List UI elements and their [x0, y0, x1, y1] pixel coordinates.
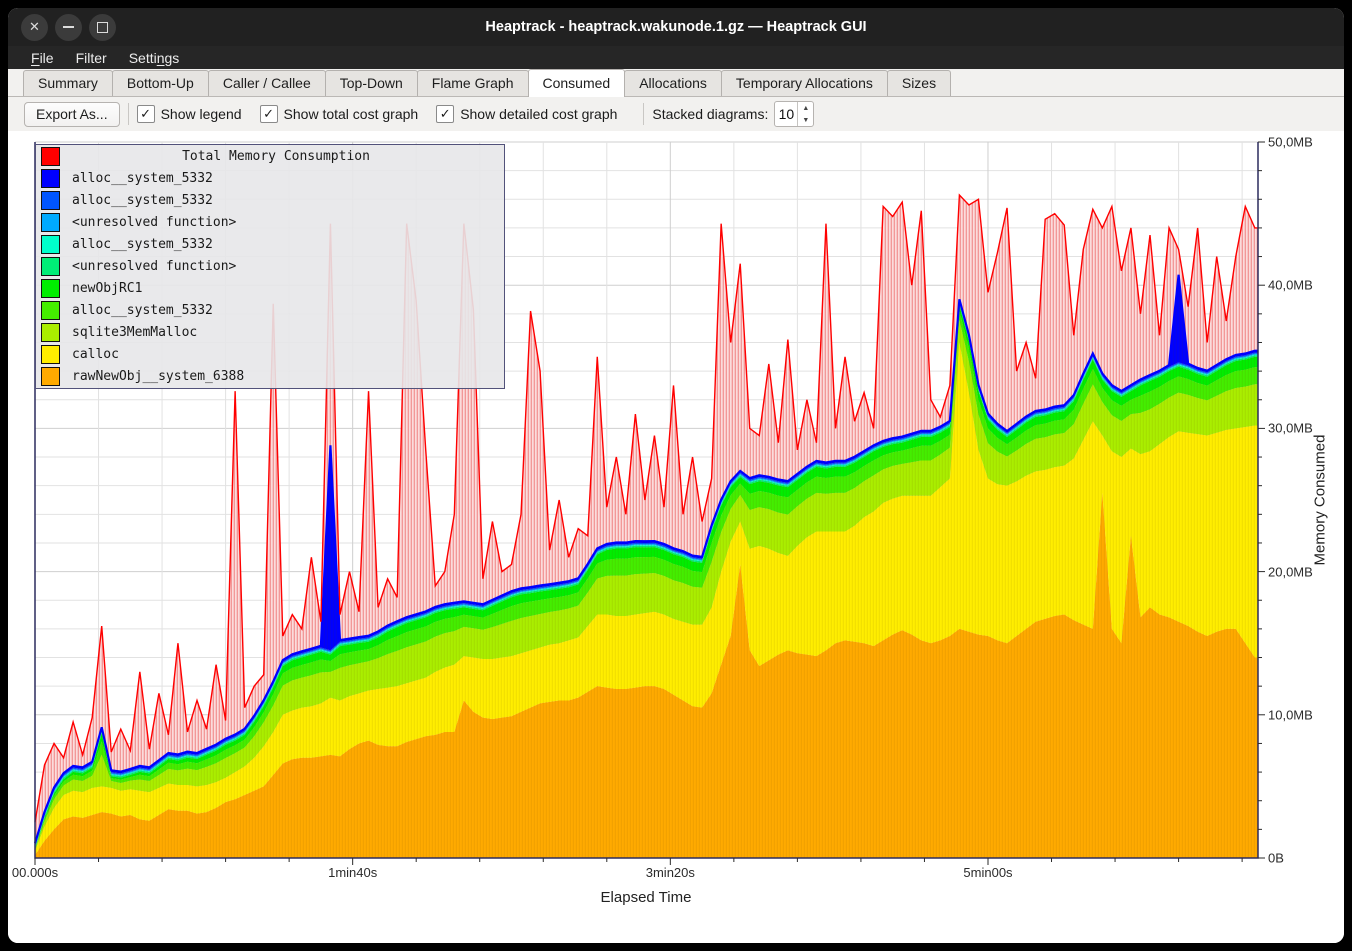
toolbar-separator: [643, 103, 644, 125]
legend-swatch: [41, 213, 60, 232]
checkbox-label: Show legend: [161, 106, 242, 122]
legend-item: alloc__system_5332: [36, 168, 504, 190]
minimize-button[interactable]: [55, 14, 82, 41]
x-tick-label: 5min00s: [963, 865, 1012, 880]
legend-item: <unresolved function>: [36, 256, 504, 278]
stacked-diagrams-label: Stacked diagrams:: [652, 106, 768, 122]
y-tick-label: 40,0MB: [1268, 278, 1313, 293]
screen: ✕ Heaptrack - heaptrack.wakunode.1.gz — …: [0, 0, 1352, 951]
legend-label: rawNewObj__system_6388: [72, 369, 244, 384]
checkbox-show-legend[interactable]: ✓ Show legend: [137, 105, 242, 123]
y-tick-label: 10,0MB: [1268, 707, 1313, 722]
toolbar: Export As... ✓ Show legend ✓ Show total …: [8, 97, 1344, 131]
legend-title-row: Total Memory Consumption: [36, 146, 504, 168]
maximize-icon: [97, 22, 108, 33]
window-title: Heaptrack - heaptrack.wakunode.1.gz — He…: [8, 19, 1344, 35]
legend-swatch: [41, 367, 60, 386]
legend-item: alloc__system_5332: [36, 190, 504, 212]
y-tick-label: 30,0MB: [1268, 421, 1313, 436]
tab-summary[interactable]: Summary: [23, 70, 113, 96]
tab-temporary-allocations[interactable]: Temporary Allocations: [721, 70, 888, 96]
toolbar-separator: [128, 103, 129, 125]
minimize-icon: [63, 26, 74, 28]
legend-label: Total Memory Consumption: [72, 149, 480, 164]
checkbox-show-total-cost-graph[interactable]: ✓ Show total cost graph: [260, 105, 419, 123]
legend-swatch: [41, 345, 60, 364]
stacked-diagrams-spinbox[interactable]: 10 ▲ ▼: [774, 101, 814, 127]
legend-swatch: [41, 191, 60, 210]
menubar: FileFilterSettings: [8, 46, 1344, 69]
legend-item: alloc__system_5332: [36, 299, 504, 321]
legend-swatch: [41, 279, 60, 298]
checkbox-label: Show total cost graph: [284, 106, 419, 122]
legend-item: rawNewObj__system_6388: [36, 365, 504, 387]
legend-label: alloc__system_5332: [72, 193, 213, 208]
y-axis-title: Memory Consumed: [1312, 435, 1329, 566]
close-button[interactable]: ✕: [21, 14, 48, 41]
legend-label: alloc__system_5332: [72, 303, 213, 318]
titlebar: ✕ Heaptrack - heaptrack.wakunode.1.gz — …: [8, 8, 1344, 46]
checkbox-label: Show detailed cost graph: [460, 106, 617, 122]
menu-filter[interactable]: Filter: [65, 48, 118, 68]
legend-item: sqlite3MemMalloc: [36, 321, 504, 343]
menu-settings[interactable]: Settings: [118, 48, 191, 68]
legend-swatch: [41, 147, 60, 166]
x-tick-label: 1min40s: [328, 865, 377, 880]
legend-item: calloc: [36, 343, 504, 365]
legend-label: sqlite3MemMalloc: [72, 325, 197, 340]
legend-swatch: [41, 169, 60, 188]
checkbox-show-detailed-cost-graph[interactable]: ✓ Show detailed cost graph: [436, 105, 617, 123]
menu-file[interactable]: File: [20, 48, 65, 68]
tab-consumed[interactable]: Consumed: [528, 69, 626, 97]
tabbar: SummaryBottom-UpCaller / CalleeTop-DownF…: [8, 69, 1344, 97]
tab-allocations[interactable]: Allocations: [624, 70, 722, 96]
checkmark-icon: ✓: [137, 105, 155, 123]
legend-label: alloc__system_5332: [72, 237, 213, 252]
legend-label: <unresolved function>: [72, 215, 236, 230]
spinbox-value: 10: [775, 102, 797, 126]
legend-item: <unresolved function>: [36, 212, 504, 234]
checkmark-icon: ✓: [260, 105, 278, 123]
legend-swatch: [41, 257, 60, 276]
legend-label: <unresolved function>: [72, 259, 236, 274]
legend-swatch: [41, 301, 60, 320]
checkmark-icon: ✓: [436, 105, 454, 123]
tab-top-down[interactable]: Top-Down: [325, 70, 418, 96]
tab-bottom-up[interactable]: Bottom-Up: [112, 70, 209, 96]
legend-label: newObjRC1: [72, 281, 142, 296]
spinbox-down-arrow-icon[interactable]: ▼: [798, 114, 813, 126]
maximize-button[interactable]: [89, 14, 116, 41]
export-as-button[interactable]: Export As...: [24, 102, 120, 127]
legend-swatch: [41, 235, 60, 254]
consumed-chart-pane: Total Memory Consumption alloc__system_53…: [8, 131, 1344, 943]
spinbox-up-arrow-icon[interactable]: ▲: [798, 102, 813, 114]
x-axis-title: Elapsed Time: [601, 889, 692, 906]
chart-legend: Total Memory Consumption alloc__system_53…: [35, 144, 505, 389]
legend-label: calloc: [72, 347, 119, 362]
tab-flame-graph[interactable]: Flame Graph: [417, 70, 529, 96]
legend-item: newObjRC1: [36, 277, 504, 299]
y-tick-label: 50,0MB: [1268, 135, 1313, 150]
x-tick-label: 00.000s: [12, 865, 58, 880]
legend-item: alloc__system_5332: [36, 234, 504, 256]
legend-label: alloc__system_5332: [72, 171, 213, 186]
tab-sizes[interactable]: Sizes: [887, 70, 951, 96]
y-tick-label: 0B: [1268, 851, 1284, 866]
heaptrack-window: ✕ Heaptrack - heaptrack.wakunode.1.gz — …: [8, 8, 1344, 943]
y-tick-label: 20,0MB: [1268, 564, 1313, 579]
legend-swatch: [41, 323, 60, 342]
x-tick-label: 3min20s: [646, 865, 695, 880]
tab-caller-callee[interactable]: Caller / Callee: [208, 70, 326, 96]
